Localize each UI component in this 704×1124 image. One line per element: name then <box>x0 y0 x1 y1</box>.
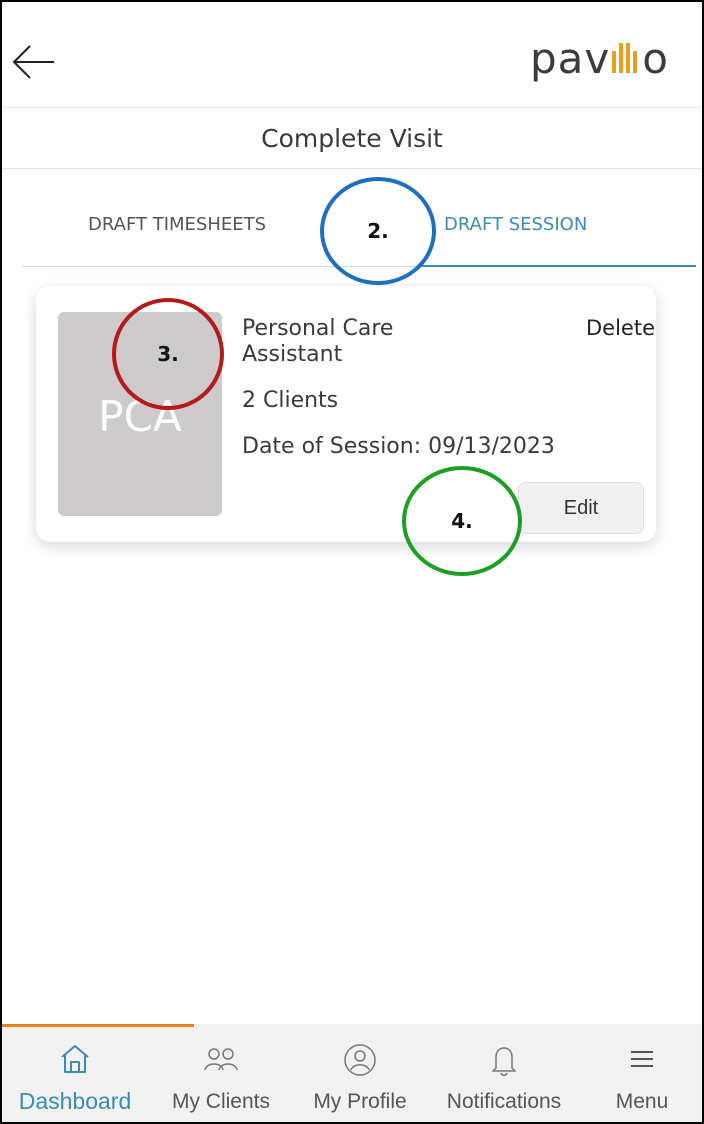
back-arrow-icon <box>12 45 54 79</box>
back-button[interactable] <box>10 42 58 82</box>
nav-label: Notifications <box>446 1090 562 1113</box>
edit-button[interactable]: Edit <box>518 482 644 534</box>
page-title: Complete Visit <box>2 108 702 169</box>
menu-icon <box>631 1051 653 1067</box>
session-title: Personal Care Assistant <box>242 316 394 367</box>
clients-icon <box>204 1048 238 1071</box>
nav-menu[interactable]: Menu <box>582 1024 702 1122</box>
nav-my-clients[interactable]: My Clients <box>148 1024 294 1122</box>
nav-my-profile[interactable]: My Profile <box>294 1024 426 1122</box>
nav-label: Dashboard <box>18 1088 132 1114</box>
nav-label: My Clients <box>171 1090 271 1113</box>
nav-dashboard[interactable]: Dashboard <box>2 1024 148 1122</box>
bell-icon <box>492 1047 516 1076</box>
active-tab-indicator <box>422 265 696 267</box>
app-header: pav o <box>2 2 702 108</box>
bottom-navigation: Dashboard My Clients My Profile Notifica… <box>2 1024 702 1122</box>
annotation-marker-4: 4. <box>402 466 522 576</box>
tab-draft-session[interactable]: DRAFT SESSION <box>444 214 587 235</box>
pavillio-logo: pav o <box>530 34 669 83</box>
home-icon <box>61 1045 89 1073</box>
annotation-marker-3: 3. <box>112 298 224 410</box>
nav-label: Menu <box>615 1090 669 1113</box>
nav-notifications[interactable]: Notifications <box>426 1024 582 1122</box>
delete-button[interactable]: Delete <box>586 316 655 340</box>
nav-label: My Profile <box>313 1090 407 1113</box>
app-screen: pav o Complete Visit DRAFT TIMESHEETS DRA… <box>0 0 704 1124</box>
logo-bars-icon <box>612 34 640 83</box>
client-count: 2 Clients <box>242 388 339 413</box>
profile-icon <box>344 1044 376 1076</box>
session-date: Date of Session: 09/13/2023 <box>242 434 555 459</box>
tab-draft-timesheets[interactable]: DRAFT TIMESHEETS <box>88 214 266 235</box>
annotation-marker-2: 2. <box>320 177 436 285</box>
